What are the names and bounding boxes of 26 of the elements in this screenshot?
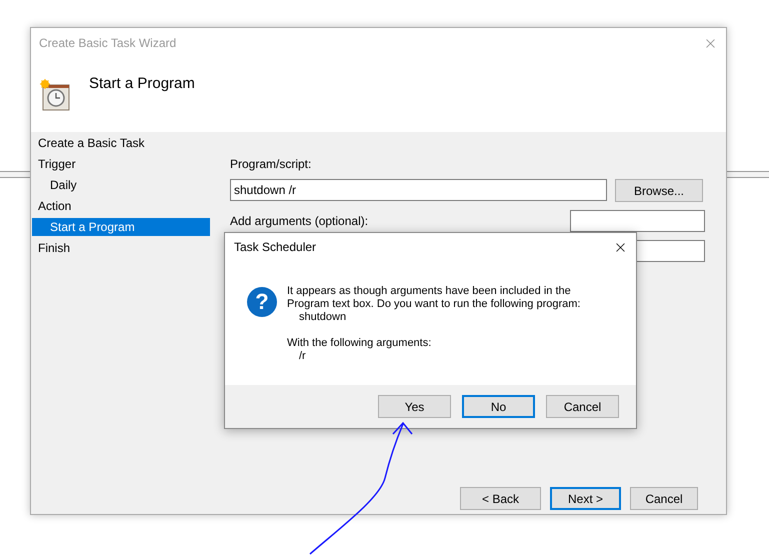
page-heading: Start a Program [89,74,195,92]
wizard-step: Action [32,197,210,215]
clock-calendar-icon [39,79,71,111]
wizard-button[interactable]: < Back [460,487,541,510]
wizard-button[interactable]: Next > [550,487,621,510]
dialog-button[interactable]: No [462,395,535,418]
wizard-step: Daily [32,176,210,194]
dialog-button[interactable]: Yes [378,395,451,418]
question-icon: ? [247,287,277,317]
dialog-title: Task Scheduler [234,240,316,254]
program-field[interactable]: shutdown /r [230,179,607,201]
arguments-label: Add arguments (optional): [230,214,368,228]
arguments-caption: With the following arguments: [287,337,432,350]
wizard-button[interactable]: Cancel [630,487,698,510]
dialog-button[interactable]: Cancel [546,395,619,418]
window-title: Create Basic Task Wizard [39,36,176,50]
wizard-step: Trigger [32,155,210,173]
browse-button[interactable]: Browse... [615,179,703,202]
wizard-step: Finish [32,239,210,257]
dialog-message: It appears as though arguments have been included in the Program text box. Do you want to run the following program: [287,285,582,311]
arguments-field[interactable] [570,210,705,232]
wizard-step: Start a Program [32,218,210,236]
wizard-step: Create a Basic Task [32,134,210,152]
arguments-text: /r [298,350,307,363]
program-name: shutdown [298,311,348,324]
program-label: Program/script: [230,157,312,171]
